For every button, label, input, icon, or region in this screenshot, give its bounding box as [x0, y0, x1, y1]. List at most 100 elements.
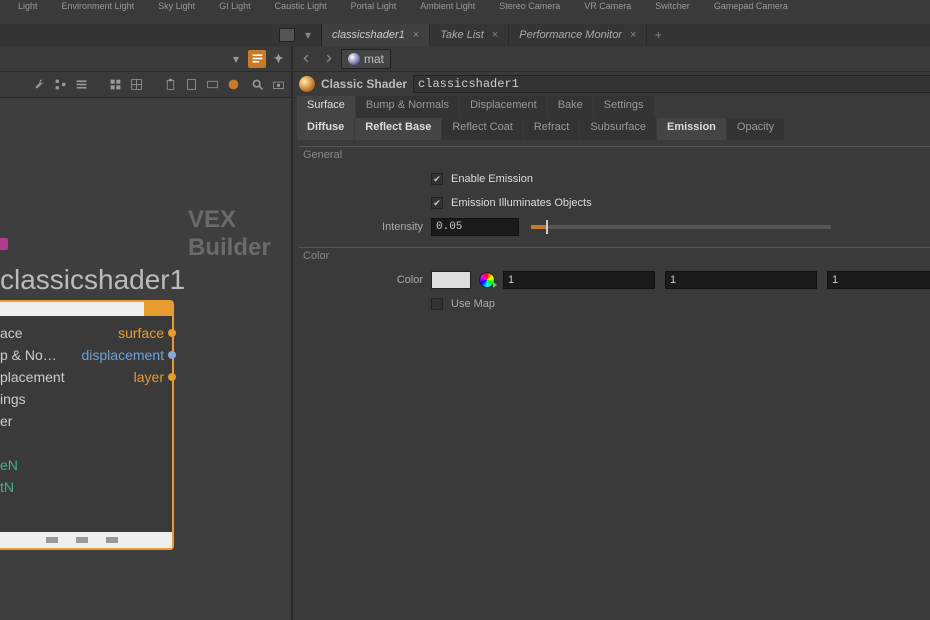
node-input-label: ings: [0, 391, 26, 407]
path-chip[interactable]: mat: [341, 49, 391, 69]
color-b-input[interactable]: [827, 271, 930, 289]
shelf-item[interactable]: Stereo Camera: [499, 2, 560, 22]
dropdown-icon[interactable]: ▾: [301, 28, 315, 42]
shelf-item[interactable]: Portal Light: [351, 2, 397, 22]
tab-surface[interactable]: Surface: [297, 96, 355, 118]
tab-bake[interactable]: Bake: [548, 96, 593, 118]
context-title: VEX Builder: [188, 206, 291, 262]
subtab-refract[interactable]: Refract: [524, 118, 579, 140]
shelf-label: Environment Light: [62, 2, 135, 11]
tab-perfmon[interactable]: Performance Monitor ×: [509, 24, 647, 46]
shelf-item[interactable]: GI Light: [219, 2, 251, 22]
output-port[interactable]: [168, 329, 176, 337]
enable-emission-checkbox[interactable]: [431, 173, 443, 185]
general-group: General Enable Emission Emission Illumin…: [299, 146, 930, 239]
camera-icon[interactable]: [269, 76, 287, 94]
shelf-item[interactable]: Ambient Light: [420, 2, 475, 22]
tab-bump-normals[interactable]: Bump & Normals: [356, 96, 459, 118]
dropdown-icon[interactable]: ▾: [227, 50, 245, 68]
note-icon[interactable]: [182, 76, 200, 94]
list-icon[interactable]: [72, 76, 90, 94]
color-swatch[interactable]: [431, 271, 471, 289]
network-canvas[interactable]: VEX Builder classicshader1 ace surface p …: [0, 98, 291, 620]
illuminates-checkbox[interactable]: [431, 197, 443, 209]
intensity-slider[interactable]: [531, 225, 831, 229]
material-icon: [348, 53, 360, 65]
shelf-label: Sky Light: [158, 2, 195, 11]
network-path-bar: ▾: [0, 46, 291, 72]
wrench-icon[interactable]: [30, 76, 48, 94]
color-label: Color: [299, 274, 423, 286]
shelf-item[interactable]: Switcher: [655, 2, 690, 22]
subtab-diffuse[interactable]: Diffuse: [297, 118, 354, 140]
node-output-label: displacement: [82, 347, 165, 363]
use-map-checkbox[interactable]: [431, 298, 443, 310]
shelf-item[interactable]: Environment Light: [62, 2, 135, 22]
shelf-bar: Light Environment Light Sky Light GI Lig…: [0, 0, 930, 24]
clipboard-icon[interactable]: [161, 76, 179, 94]
subtab-reflect-coat[interactable]: Reflect Coat: [442, 118, 523, 140]
color-r-input[interactable]: [503, 271, 655, 289]
node-name-input[interactable]: [413, 75, 930, 93]
slider-handle[interactable]: [546, 220, 548, 234]
shelf-label: Portal Light: [351, 2, 397, 11]
tab-label: Performance Monitor: [519, 29, 622, 41]
color-wheel-icon[interactable]: [479, 272, 495, 288]
network-view-pane: ▾ VEX Builder classicshader1: [0, 46, 293, 620]
network-toolbar: [0, 72, 291, 98]
close-icon[interactable]: ×: [492, 29, 498, 41]
intensity-input[interactable]: [431, 218, 519, 236]
node-input-label: placement: [0, 369, 65, 385]
subtab-subsurface[interactable]: Subsurface: [580, 118, 656, 140]
intensity-label: Intensity: [299, 221, 423, 233]
slider-fill: [531, 225, 546, 229]
node-output-label: surface: [118, 325, 164, 341]
node-input-label: eN: [0, 457, 18, 473]
shelf-label: Stereo Camera: [499, 2, 560, 11]
shelf-item[interactable]: Light: [18, 2, 38, 22]
tab-takelist[interactable]: Take List ×: [430, 24, 509, 46]
grid-icon[interactable]: [106, 76, 124, 94]
color-g-input[interactable]: [665, 271, 817, 289]
gallery-icon[interactable]: [203, 76, 221, 94]
subtab-reflect-base[interactable]: Reflect Base: [355, 118, 441, 140]
show-params-button[interactable]: [248, 50, 266, 68]
node-header: [0, 302, 172, 316]
shelf-item[interactable]: Caustic Light: [275, 2, 327, 22]
shelf-item[interactable]: Gamepad Camera: [714, 2, 788, 22]
node-flag-icon: [0, 238, 8, 250]
tabs-bar: ▾ classicshader1 × Take List × Performan…: [0, 24, 930, 46]
illuminates-label: Emission Illuminates Objects: [451, 197, 592, 209]
pane-menu-button[interactable]: [279, 28, 295, 42]
tree-icon[interactable]: [51, 76, 69, 94]
shelf-item[interactable]: Sky Light: [158, 2, 195, 22]
back-button[interactable]: [297, 50, 315, 68]
pin-icon[interactable]: [269, 50, 287, 68]
primary-tabs: Surface Bump & Normals Displacement Bake…: [293, 96, 930, 118]
shelf-label: GI Light: [219, 2, 251, 11]
subtab-opacity[interactable]: Opacity: [727, 118, 784, 140]
add-tab-button[interactable]: +: [647, 24, 669, 46]
close-icon[interactable]: ×: [630, 29, 636, 41]
path-label: mat: [364, 52, 384, 66]
subtab-emission[interactable]: Emission: [657, 118, 726, 140]
forward-button[interactable]: [319, 50, 337, 68]
output-port[interactable]: [168, 351, 176, 359]
shelf-label: Ambient Light: [420, 2, 475, 11]
shelf-label: VR Camera: [584, 2, 631, 11]
table-icon[interactable]: [127, 76, 145, 94]
close-icon[interactable]: ×: [413, 29, 419, 41]
node-input-label: p & No…: [0, 347, 57, 363]
tab-displacement[interactable]: Displacement: [460, 96, 547, 118]
node-name[interactable]: classicshader1: [0, 264, 185, 296]
node-header-row: Classic Shader: [293, 72, 930, 96]
node-type-label: Classic Shader: [321, 77, 407, 91]
output-port[interactable]: [168, 373, 176, 381]
shelf-item[interactable]: VR Camera: [584, 2, 631, 22]
node-input-label: ace: [0, 325, 23, 341]
search-icon[interactable]: [248, 76, 266, 94]
tab-settings[interactable]: Settings: [594, 96, 654, 118]
color-palette-icon[interactable]: [224, 76, 242, 94]
tab-classicshader[interactable]: classicshader1 ×: [322, 24, 430, 46]
shader-node[interactable]: ace surface p & No… displacement placement…: [0, 300, 174, 550]
